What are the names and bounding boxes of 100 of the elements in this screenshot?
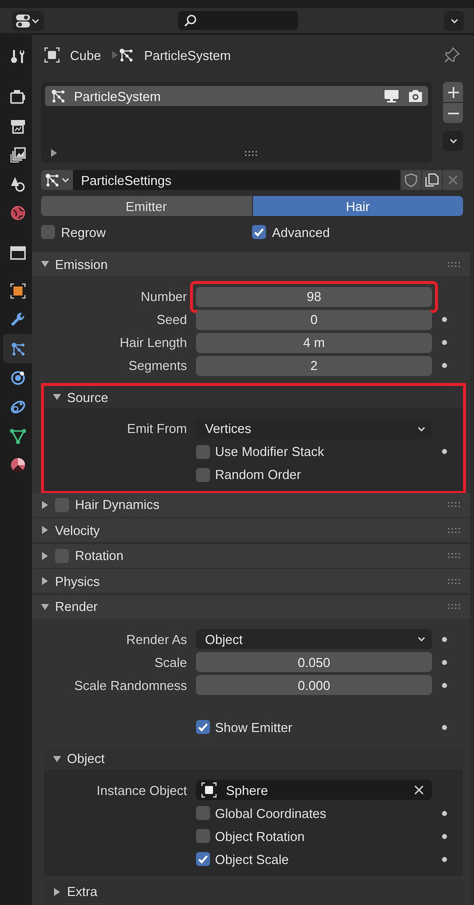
keyframe-dot[interactable]	[442, 363, 446, 368]
breadcrumb-item: ParticleSystem	[144, 48, 231, 62]
options-dropdown[interactable]	[444, 10, 464, 30]
tool-icon	[10, 48, 26, 64]
caret-icon	[417, 635, 426, 643]
duplicate-button[interactable]	[421, 170, 442, 190]
number-field[interactable]: 98	[196, 286, 432, 306]
panel-header[interactable]: Physics	[32, 569, 470, 593]
checkbox[interactable]	[196, 852, 210, 866]
keyframe-dot[interactable]	[442, 317, 446, 322]
field-label: Scale	[153, 654, 188, 670]
clear-icon[interactable]	[414, 785, 424, 795]
sidebar-tab[interactable]	[3, 334, 32, 363]
checkbox[interactable]	[252, 225, 266, 239]
number-field[interactable]: 4 m	[196, 332, 432, 352]
dropdown[interactable]: Vertices	[196, 418, 432, 438]
grip-icon[interactable]	[448, 604, 460, 609]
keyframe-dot[interactable]	[442, 660, 446, 664]
expand-arrow-icon[interactable]	[51, 149, 57, 157]
panel-header[interactable]: Render	[32, 594, 470, 618]
caret-icon	[61, 176, 70, 184]
expand-arrow-icon[interactable]	[41, 260, 49, 268]
grip-icon[interactable]	[448, 553, 460, 558]
grip-icon[interactable]	[448, 502, 460, 507]
item-name: ParticleSystem	[74, 88, 161, 104]
particles-icon	[50, 88, 66, 104]
number-field[interactable]: 2	[196, 356, 432, 376]
panel-title: Rotation	[75, 548, 124, 563]
subpanel-header[interactable]: Extra	[44, 880, 463, 902]
checkbox[interactable]	[196, 829, 210, 843]
field-label: Render As	[125, 632, 188, 646]
expand-arrow-icon[interactable]	[53, 393, 61, 401]
checkbox[interactable]	[41, 225, 55, 239]
expand-arrow-icon[interactable]	[53, 754, 61, 762]
particles-icon	[118, 47, 134, 63]
checkbox-label: Use Modifier Stack	[215, 444, 324, 459]
grip-icon[interactable]	[448, 528, 460, 532]
shield-icon	[404, 173, 418, 187]
checkbox[interactable]	[196, 444, 210, 458]
name-field[interactable]: ParticleSettings	[73, 170, 400, 190]
monitor-icon[interactable]	[384, 89, 399, 103]
grip-icon[interactable]	[448, 578, 460, 584]
subpanel-title: Extra	[67, 884, 98, 899]
checkbox[interactable]	[196, 806, 210, 820]
keyframe-dot[interactable]	[442, 636, 446, 642]
keyframe-dot[interactable]	[442, 834, 446, 838]
number-field[interactable]: 0	[196, 310, 432, 330]
editor-type-button[interactable]	[12, 10, 44, 30]
checkbox[interactable]	[196, 468, 210, 482]
collapse-arrow-icon[interactable]	[53, 888, 61, 896]
add-button[interactable]	[443, 82, 463, 102]
keyframe-dot[interactable]	[442, 340, 446, 345]
fake-user-button[interactable]	[400, 170, 421, 190]
list-item[interactable]: ParticleSystem	[45, 86, 428, 106]
checkbox-label: Regrow	[61, 224, 106, 240]
panel-header[interactable]: Emission	[32, 252, 470, 276]
checkbox-label: Object Scale	[215, 852, 289, 866]
number-field[interactable]: 0.000	[196, 675, 432, 695]
grip-icon[interactable]	[245, 150, 257, 156]
search-field[interactable]	[178, 11, 298, 30]
type-tab[interactable]: Hair	[252, 196, 463, 216]
close-icon	[448, 175, 458, 185]
remove-button[interactable]	[443, 103, 463, 123]
browse-settings-button[interactable]	[41, 170, 73, 190]
field-label: Scale Randomness	[73, 678, 188, 692]
field-label: Seed	[156, 312, 188, 327]
field-label: Number	[140, 289, 188, 304]
expand-arrow-icon[interactable]	[41, 602, 49, 610]
camera-icon[interactable]	[408, 89, 423, 103]
constraint-icon	[10, 398, 26, 414]
collapse-arrow-icon[interactable]	[41, 500, 49, 508]
panel-header[interactable]: Velocity	[32, 518, 470, 542]
keyframe-dot[interactable]	[442, 449, 446, 454]
number-field[interactable]: 0.050	[196, 652, 432, 672]
checkbox[interactable]	[196, 720, 210, 734]
caret-icon	[450, 16, 458, 24]
keyframe-dot[interactable]	[442, 724, 446, 730]
collapse-arrow-icon[interactable]	[41, 526, 49, 534]
checkbox[interactable]	[55, 548, 69, 562]
caret-icon	[31, 16, 40, 24]
keyframe-dot[interactable]	[442, 810, 446, 816]
panel-header[interactable]: Rotation	[32, 544, 470, 568]
checkbox-label: Advanced	[272, 224, 330, 240]
object-field[interactable]: Sphere	[196, 780, 432, 800]
subpanel-header[interactable]: Object	[44, 748, 463, 770]
dropdown[interactable]: Object	[196, 629, 432, 649]
keyframe-dot[interactable]	[442, 682, 446, 688]
type-tab[interactable]: Emitter	[41, 196, 252, 216]
keyframe-dot[interactable]	[442, 856, 446, 862]
grip-icon[interactable]	[448, 262, 460, 266]
pin-icon[interactable]	[444, 47, 460, 63]
panel-header[interactable]: Hair Dynamics	[32, 492, 470, 516]
collapse-arrow-icon[interactable]	[41, 552, 49, 560]
plus-icon	[448, 86, 458, 98]
subpanel-header[interactable]: Source	[44, 386, 463, 408]
specials-button[interactable]	[443, 131, 463, 151]
orbit-icon	[10, 370, 26, 386]
collapse-arrow-icon[interactable]	[41, 577, 49, 585]
object-icon	[10, 282, 26, 298]
checkbox[interactable]	[55, 498, 69, 512]
